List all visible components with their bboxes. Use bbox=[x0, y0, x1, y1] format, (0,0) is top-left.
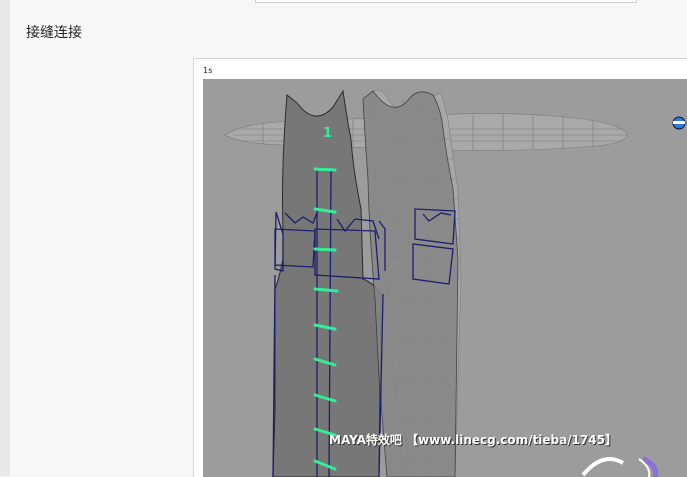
previous-image-frame bbox=[255, 0, 637, 3]
viewport-frame-label: 1s bbox=[203, 66, 213, 75]
logo-corner-icon bbox=[581, 456, 658, 477]
uv-corner-icon bbox=[672, 116, 686, 130]
section-heading: 接缝连接 bbox=[26, 25, 82, 41]
site-watermark: MAYA特效吧 【www.linecg.com/tieba/1745】 bbox=[329, 433, 618, 447]
front-panel-shell bbox=[272, 89, 459, 477]
uv-shell-number: 1 bbox=[323, 126, 332, 141]
uv-editor-viewport: 1 bbox=[203, 79, 687, 477]
uv-shells-drawing: 1 bbox=[224, 89, 686, 477]
post-content: 接缝连接 1s 1 MAYA特效吧 【www.linecg.com/tieba/… bbox=[10, 0, 687, 477]
screenshot-image: 1s 1 MAYA特效吧 【www.linecg.com/tieba/1745】 bbox=[193, 58, 687, 477]
